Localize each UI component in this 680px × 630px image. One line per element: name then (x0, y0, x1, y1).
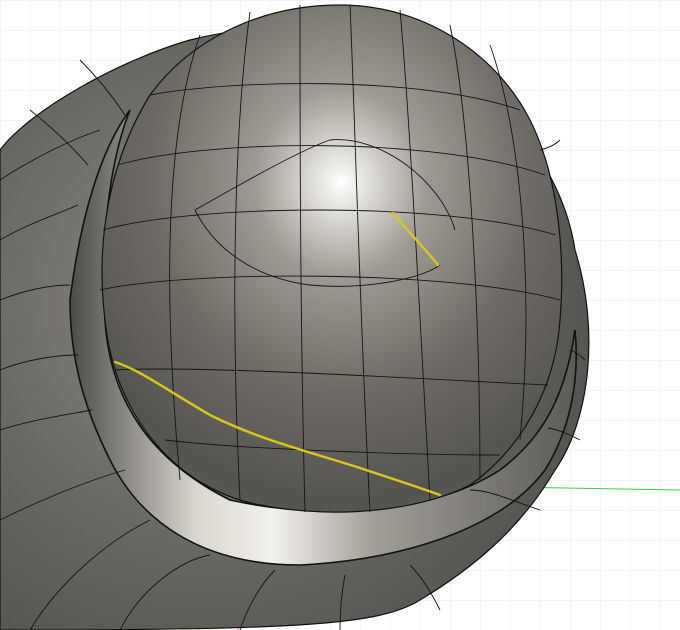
hat-body[interactable] (0, 4, 590, 630)
viewport-canvas[interactable] (0, 0, 680, 630)
3d-viewport[interactable] (0, 0, 680, 630)
crown-dome[interactable] (101, 4, 563, 513)
